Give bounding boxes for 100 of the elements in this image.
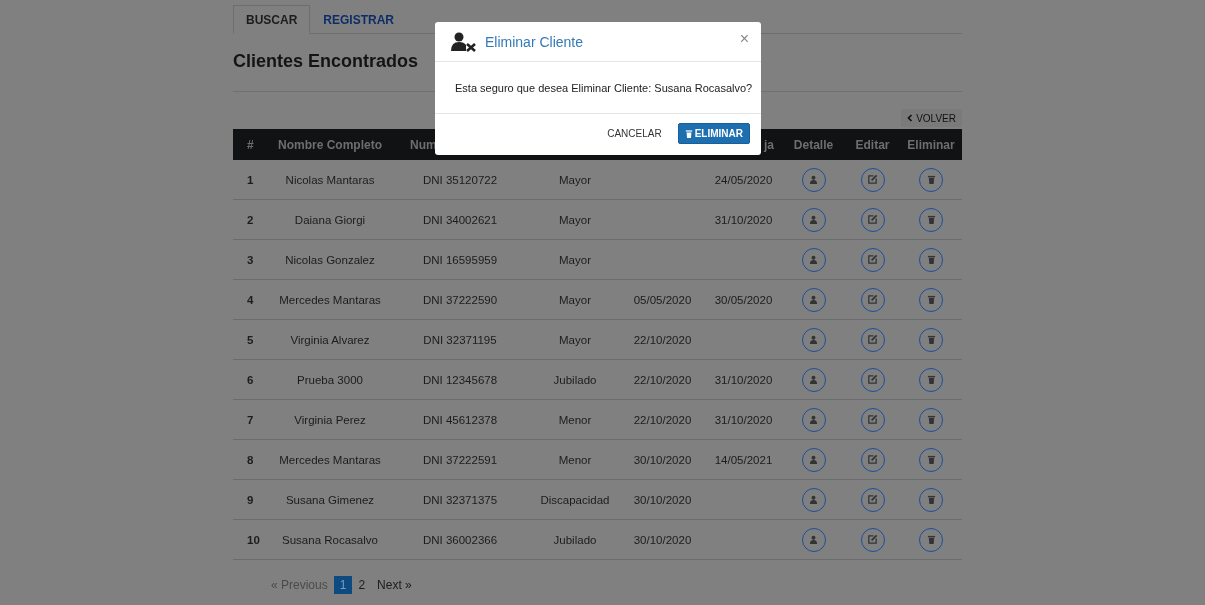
trash-icon	[684, 129, 693, 138]
user-icon	[809, 175, 818, 184]
detail-button[interactable]	[801, 247, 826, 272]
trash-icon	[926, 215, 936, 224]
delete-button[interactable]	[919, 487, 943, 512]
table-cell-text: DNI 32371375	[421, 493, 499, 506]
edit-button[interactable]	[860, 407, 885, 432]
edit-button[interactable]	[860, 247, 885, 272]
trash-icon	[926, 335, 936, 344]
user-icon	[809, 335, 818, 344]
table-cell-text: DNI 35120722	[421, 173, 499, 186]
table-cell-text: 7	[246, 413, 255, 426]
table-cell-text: Susana Rocasalvo	[281, 533, 379, 546]
trash-icon	[926, 255, 936, 264]
trash-icon	[926, 415, 936, 424]
table-cell: 30/10/2020	[633, 453, 692, 466]
edit-button[interactable]	[860, 327, 885, 352]
edit-button[interactable]	[860, 207, 885, 232]
edit-button[interactable]	[860, 447, 885, 472]
table-cell-text: Prueba 3000	[296, 373, 364, 386]
edit-icon	[867, 254, 878, 265]
edit-button[interactable]	[860, 167, 885, 192]
column-header: Detalle	[792, 137, 835, 152]
table-cell-text: Menor	[557, 413, 593, 426]
table-cell: 31/10/2020	[714, 213, 773, 226]
detail-button[interactable]	[801, 367, 826, 392]
page-link[interactable]: 2	[352, 576, 372, 594]
table-cell-text: Menor	[557, 453, 593, 466]
table-cell-text: Mercedes Mantaras	[278, 453, 382, 466]
table-cell-text: Discapacidad	[539, 493, 611, 506]
detail-button[interactable]	[801, 287, 826, 312]
delete-button[interactable]	[919, 407, 943, 432]
user-icon	[809, 415, 818, 424]
column-header: ja	[762, 137, 775, 152]
trash-icon	[926, 495, 936, 504]
close-button[interactable]: ×	[739, 29, 749, 48]
edit-icon	[867, 494, 878, 505]
table-cell: 31/10/2020	[714, 373, 773, 386]
page-link[interactable]: 1	[333, 576, 353, 594]
table-cell-text: Mayor	[558, 293, 592, 306]
table-cell-text: DNI 37222590	[421, 293, 499, 306]
detail-button[interactable]	[801, 447, 826, 472]
user-icon	[809, 255, 818, 264]
tab[interactable]: BUSCAR	[233, 5, 311, 34]
table-cell-text: 6	[246, 373, 255, 386]
table-cell: 30/10/2020	[633, 493, 692, 506]
table-cell-text: Nicolas Gonzalez	[284, 253, 376, 266]
user-icon	[809, 535, 818, 544]
edit-button[interactable]	[860, 287, 885, 312]
detail-button[interactable]	[801, 167, 826, 192]
table-cell-text: Virginia Perez	[293, 413, 367, 426]
trash-icon	[926, 535, 936, 544]
table-cell-text: Mayor	[558, 173, 592, 186]
delete-confirm-button[interactable]: ELIMINAR	[677, 123, 750, 144]
user-icon	[809, 295, 818, 304]
delete-button[interactable]	[919, 527, 943, 552]
detail-button[interactable]	[801, 487, 826, 512]
table-cell-text: Jubilado	[552, 533, 598, 546]
column-header: #	[246, 137, 255, 152]
delete-button[interactable]	[919, 367, 943, 392]
table-cell-text: 8	[246, 453, 255, 466]
trash-icon	[926, 175, 936, 184]
detail-button[interactable]	[801, 407, 826, 432]
tab[interactable]: REGISTRAR	[310, 5, 407, 34]
table-cell: 22/10/2020	[633, 413, 692, 426]
table-cell: 24/05/2020	[714, 173, 773, 186]
delete-button[interactable]	[919, 287, 943, 312]
user-icon	[809, 455, 818, 464]
delete-button[interactable]	[919, 167, 943, 192]
next-link[interactable]: Next »	[371, 576, 418, 594]
column-header: Eliminar	[906, 137, 956, 152]
table-cell-text: DNI 12345678	[421, 373, 499, 386]
table-cell-text: 2	[246, 213, 255, 226]
back-button[interactable]: VOLVER	[901, 109, 962, 127]
edit-icon	[867, 174, 878, 185]
table-cell-text: 5	[246, 333, 255, 346]
delete-button[interactable]	[919, 247, 943, 272]
detail-button[interactable]	[801, 527, 826, 552]
user-icon	[809, 495, 818, 504]
cancel-button[interactable]: CANCELAR	[601, 127, 668, 140]
table-cell-text: DNI 37222591	[421, 453, 499, 466]
table-cell-text: 4	[246, 293, 255, 306]
user-remove-icon	[451, 31, 477, 52]
delete-button[interactable]	[919, 207, 943, 232]
column-header: Editar	[854, 137, 891, 152]
edit-icon	[867, 454, 878, 465]
edit-button[interactable]	[860, 527, 885, 552]
table-cell: 22/10/2020	[633, 333, 692, 346]
table-cell: 22/10/2020	[633, 373, 692, 386]
trash-icon	[926, 455, 936, 464]
edit-icon	[867, 214, 878, 225]
dialog-message: Esta seguro que desea Eliminar Cliente: Susana Rocasalvo?	[455, 81, 753, 94]
detail-button[interactable]	[801, 327, 826, 352]
edit-icon	[867, 414, 878, 425]
edit-button[interactable]	[860, 367, 885, 392]
table-cell-text: Jubilado	[552, 373, 598, 386]
edit-button[interactable]	[860, 487, 885, 512]
delete-button[interactable]	[919, 327, 943, 352]
detail-button[interactable]	[801, 207, 826, 232]
delete-button[interactable]	[919, 447, 943, 472]
